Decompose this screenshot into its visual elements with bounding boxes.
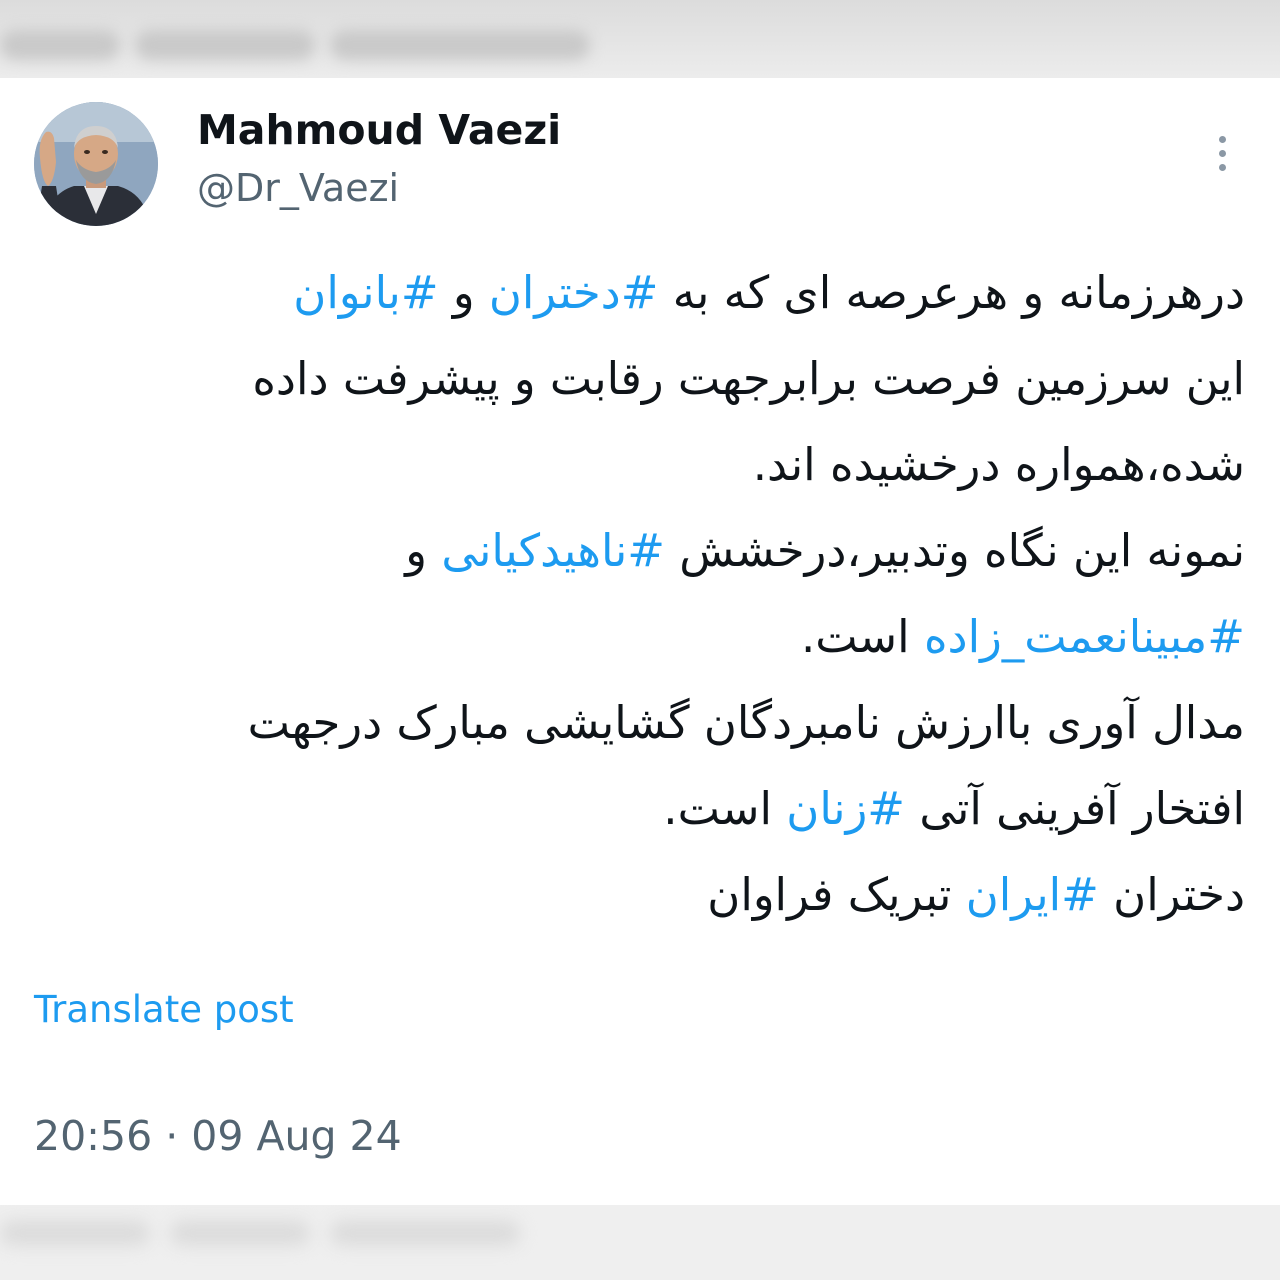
post-card: Mahmoud Vaezi @Dr_Vaezi درهرزمانه و هرعر…	[0, 78, 1280, 1205]
post-text-line: شده،همواره درخشیده اند.	[100, 422, 1245, 508]
avatar[interactable]	[34, 102, 158, 226]
avatar-photo	[34, 102, 158, 226]
post-text-line: مدال آوری باارزش نامبردگان گشایشی مبارک …	[100, 680, 1245, 766]
hashtag-link[interactable]: #بانوان	[293, 266, 438, 319]
more-vertical-icon[interactable]	[1204, 128, 1240, 178]
post-text-segment: شده،همواره درخشیده اند.	[752, 438, 1245, 491]
post-text-segment: دختران	[1098, 868, 1245, 921]
post-text-segment: و	[405, 524, 442, 577]
blurred-header-strip	[0, 0, 1280, 78]
blurred-footer-strip	[0, 1205, 1280, 1280]
post-text-segment: است.	[663, 782, 787, 835]
post-text: درهرزمانه و هرعرصه ای که به #دختران و #ب…	[100, 250, 1245, 938]
hashtag-link[interactable]: #ناهیدکیانی	[441, 524, 665, 577]
post-text-line: افتخار آفرینی آتی #زنان است.	[100, 766, 1245, 852]
post-text-segment: تبریک فراوان	[707, 868, 966, 921]
post-text-segment: افتخار آفرینی آتی	[905, 782, 1245, 835]
post-text-segment: و	[438, 266, 489, 319]
post-text-line: #مبینانعمت_زاده است.	[100, 594, 1245, 680]
post-text-line: نمونه این نگاه وتدبیر،درخشش #ناهیدکیانی …	[100, 508, 1245, 594]
post-text-segment: این سرزمین فرصت برابرجهت رقابت و پیشرفت …	[252, 352, 1245, 405]
hashtag-link[interactable]: #دختران	[489, 266, 659, 319]
post-text-segment: درهرزمانه و هرعرصه ای که به	[658, 266, 1245, 319]
post-text-line: این سرزمین فرصت برابرجهت رقابت و پیشرفت …	[100, 336, 1245, 422]
post-timestamp[interactable]: 20:56 · 09 Aug 24	[34, 1112, 402, 1160]
hashtag-link[interactable]: #مبینانعمت_زاده	[924, 610, 1245, 663]
author-name[interactable]: Mahmoud Vaezi	[197, 106, 561, 154]
hashtag-link[interactable]: #ایران	[966, 868, 1099, 921]
author-handle[interactable]: @Dr_Vaezi	[197, 166, 399, 210]
post-text-segment: مدال آوری باارزش نامبردگان گشایشی مبارک …	[247, 696, 1245, 749]
post-text-segment: نمونه این نگاه وتدبیر،درخشش	[664, 524, 1245, 577]
post-text-line: دختران #ایران تبریک فراوان	[100, 852, 1245, 938]
post-text-line: درهرزمانه و هرعرصه ای که به #دختران و #ب…	[100, 250, 1245, 336]
post-text-segment: است.	[800, 610, 924, 663]
translate-post-link[interactable]: Translate post	[34, 988, 294, 1031]
hashtag-link[interactable]: #زنان	[786, 782, 905, 835]
